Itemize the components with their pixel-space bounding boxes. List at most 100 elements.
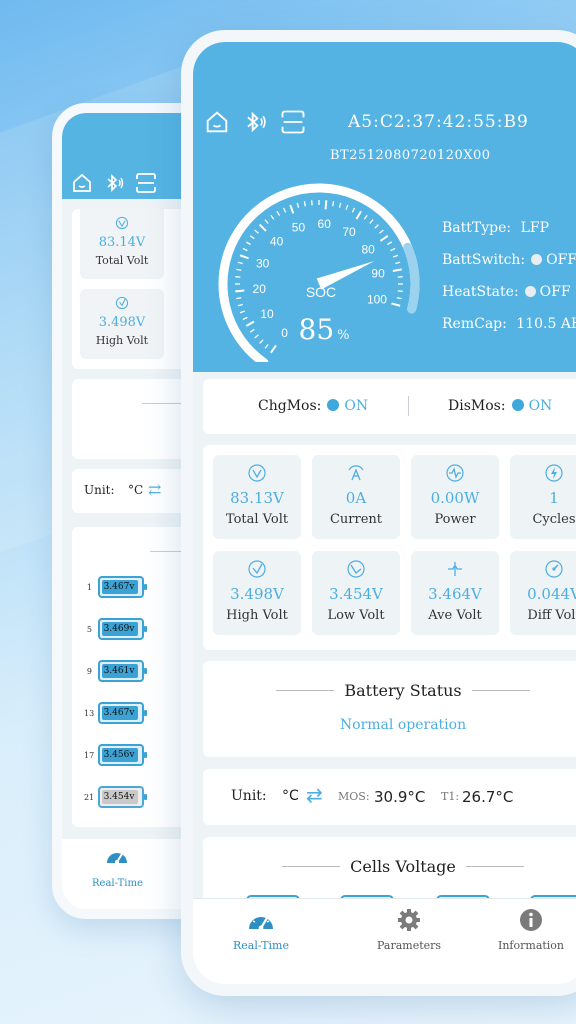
gauge-tick (391, 302, 401, 307)
cell-voltage: 3.467v (103, 708, 135, 718)
gear-icon (398, 909, 421, 931)
stat-value: 0.044V (527, 585, 576, 603)
gauge-tick (258, 223, 267, 232)
soc-value: 85 (299, 313, 335, 346)
stat-label: Total Volt (95, 254, 149, 267)
cells-voltage-title-text: Cells Voltage (350, 857, 456, 876)
cell-voltage: 3.469v (103, 624, 135, 634)
soc-label: SOC (306, 284, 336, 300)
stat-label: Diff Volt (527, 608, 576, 623)
gauge-remaining (403, 242, 420, 314)
gauge-tick (332, 201, 335, 207)
dis-mos-label: DisMos: (448, 398, 506, 414)
cell-battery: 3.467v (98, 576, 147, 598)
device-mac-address: A5:C2:37:42:55:B9 (348, 112, 529, 132)
mos-temp-value: 30.9°C (374, 788, 426, 806)
nav-information[interactable]: Information (498, 907, 564, 952)
high-volt-icon (248, 560, 266, 578)
bluetooth-icon[interactable] (241, 108, 269, 136)
cell-row: 9 3.461v (84, 660, 147, 682)
total-volt-icon (248, 464, 266, 482)
stat-cycles: 1 Cycles (510, 455, 576, 539)
gauge-tick-label: 90 (371, 267, 385, 281)
stat-value: 83.14V (98, 235, 146, 250)
gauge-tick (296, 202, 300, 208)
gauge-tick (270, 214, 275, 220)
gauge-tick (237, 261, 243, 265)
home-icon[interactable] (203, 108, 231, 136)
gauge-tick-label: 60 (318, 217, 332, 231)
stat-label: High Volt (226, 608, 288, 623)
stat-high-volt: 3.498V High Volt (213, 551, 301, 635)
gauge-tick (236, 268, 242, 271)
swap-unit-icon[interactable]: ⇄ (306, 783, 323, 807)
scan-icon[interactable] (134, 171, 158, 195)
gauge-tick (245, 320, 255, 327)
stat-value: 1 (549, 489, 559, 507)
dis-mos[interactable]: DisMos: ON (448, 398, 552, 414)
stat-label: Low Volt (327, 608, 385, 623)
unit-value[interactable]: °C (128, 483, 143, 497)
home-icon[interactable] (70, 171, 94, 195)
swap-icon[interactable]: ⇄ (148, 480, 161, 499)
cell-battery: 3.456v (98, 744, 147, 766)
heat-state-indicator[interactable] (524, 286, 536, 297)
nav-label: Information (498, 939, 565, 952)
stat-label: Total Volt (225, 512, 289, 527)
bluetooth-icon[interactable] (102, 171, 126, 195)
gauge-tick (289, 204, 295, 214)
speedometer-icon (249, 915, 273, 931)
stat-current: 0A Current (312, 455, 400, 539)
gauge-tick (363, 214, 368, 220)
stat-value: 3.498V (230, 585, 284, 603)
low-volt-icon (347, 560, 365, 578)
stat-low-volt: 3.454V Low Volt (312, 551, 400, 635)
cell-voltage: 3.461v (103, 666, 135, 676)
soc-gauge: 0 10 20 3040 50 60 70 80 90 100 SOC 85% (218, 183, 420, 362)
stat-label: High Volt (95, 334, 149, 347)
gauge-tick (392, 268, 402, 272)
nav-label: Parameters (377, 939, 442, 952)
cell-voltage: 3.467v (103, 582, 135, 592)
heat-state-value: OFF (539, 284, 571, 300)
info-icon (520, 909, 543, 931)
batt-switch-indicator[interactable] (531, 254, 543, 265)
chg-mos-label: ChgMos: (258, 398, 322, 414)
gauge-tick (239, 254, 249, 260)
stats-card: 83.13V Total Volt 0A Current 0.00W Power… (203, 445, 576, 650)
dis-mos-indicator (511, 399, 524, 411)
t1-temp-label: T1: (441, 790, 460, 803)
bottom-nav: Real-Time Parameters Information (193, 898, 576, 984)
dis-mos-value: ON (528, 398, 553, 414)
gauge-tick (351, 207, 356, 213)
batt-type-label: BattType: (442, 220, 512, 236)
gauge-tick-label: 30 (256, 256, 270, 270)
nav-parameters[interactable]: Parameters (377, 907, 441, 952)
cell-number: 13 (84, 708, 95, 718)
cell-row: 21 3.454v (84, 786, 147, 808)
back-stat-total-volt: 83.14V Total Volt (80, 209, 164, 279)
stat-value: 83.13V (230, 489, 284, 507)
stat-label: Cycles (532, 512, 576, 527)
gauge-tick-label: 20 (253, 282, 267, 296)
stat-ave-volt: 3.464V Ave Volt (411, 551, 499, 635)
back-nav-realtime[interactable]: Real-Time (92, 845, 143, 890)
cell-voltage: 3.456v (103, 750, 135, 760)
batt-switch-label: BattSwitch: (442, 252, 526, 268)
gauge-tick (355, 210, 362, 220)
nav-realtime[interactable]: Real-Time (233, 907, 289, 952)
unit-value[interactable]: °C (282, 788, 299, 804)
cell-number: 1 (86, 582, 92, 592)
gauge-tick (249, 235, 255, 240)
speedometer-icon (107, 853, 128, 864)
gauge-tick-label: 100 (367, 293, 387, 307)
gauge-tick (303, 201, 306, 207)
chg-mos[interactable]: ChgMos: ON (258, 398, 368, 414)
gauge-tick (324, 200, 328, 210)
current-icon (348, 465, 364, 481)
scan-icon[interactable] (279, 108, 307, 136)
heat-state-label: HeatState: (442, 284, 519, 300)
stat-value: 0A (345, 489, 367, 507)
nav-label: Real-Time (92, 878, 143, 889)
battery-status-title-text: Battery Status (344, 681, 462, 700)
